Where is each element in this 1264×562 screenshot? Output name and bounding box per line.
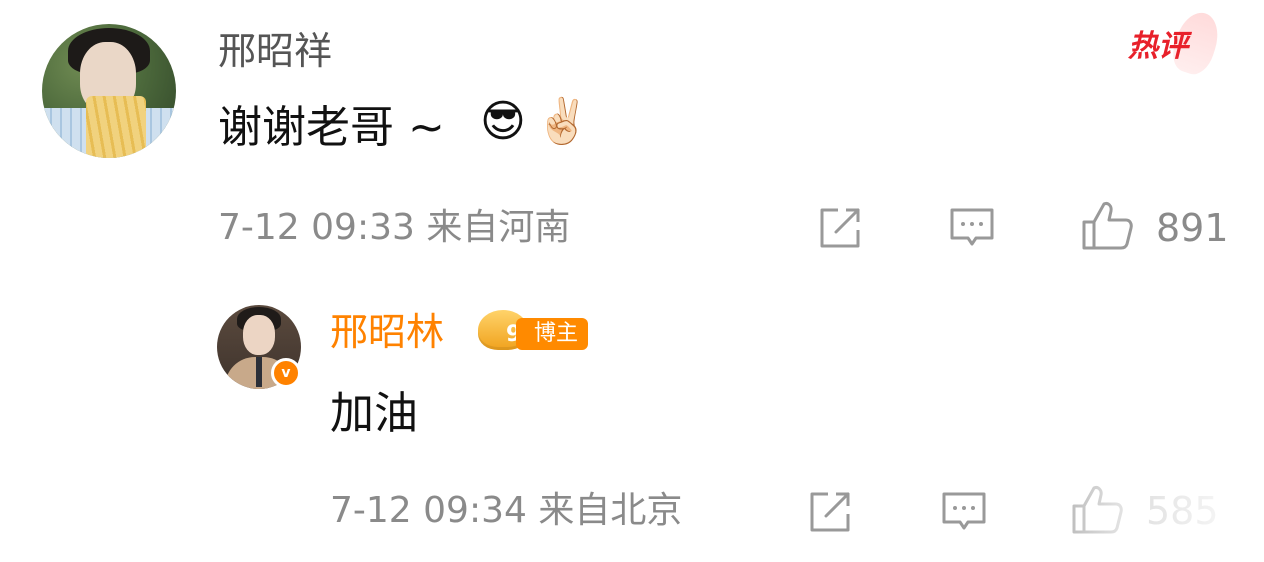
bottom-fade-overlay <box>1020 480 1264 562</box>
comment-text: 谢谢老哥 ~ <box>218 102 445 153</box>
like-count: 891 <box>1156 206 1229 250</box>
comment-meta: 7-12 09:34 来自北京 <box>330 490 683 531</box>
comment-icon[interactable] <box>948 204 996 252</box>
comment-meta: 7-12 09:33 来自河南 <box>218 207 571 248</box>
hot-comment-badge: 热评 <box>1124 7 1225 79</box>
like-count: 585 <box>1146 489 1219 533</box>
blogger-label: 博主 <box>516 318 589 350</box>
like-icon[interactable] <box>1080 198 1134 252</box>
comment-username[interactable]: 邢昭祥 <box>218 32 332 70</box>
comment-text: 加油 <box>330 388 418 439</box>
avatar[interactable] <box>42 24 176 158</box>
sunglasses-emoji-icon: 😎 <box>480 96 526 147</box>
hot-comment-label: 热评 <box>1128 29 1188 64</box>
share-icon[interactable] <box>816 204 864 252</box>
verified-badge-icon: v <box>271 358 301 388</box>
victory-hand-emoji-icon: ✌🏻 <box>535 96 590 147</box>
comment-username[interactable]: 邢昭林 <box>330 313 444 351</box>
comment-icon[interactable] <box>940 488 988 536</box>
like-icon[interactable] <box>1070 482 1124 536</box>
share-icon[interactable] <box>806 488 854 536</box>
